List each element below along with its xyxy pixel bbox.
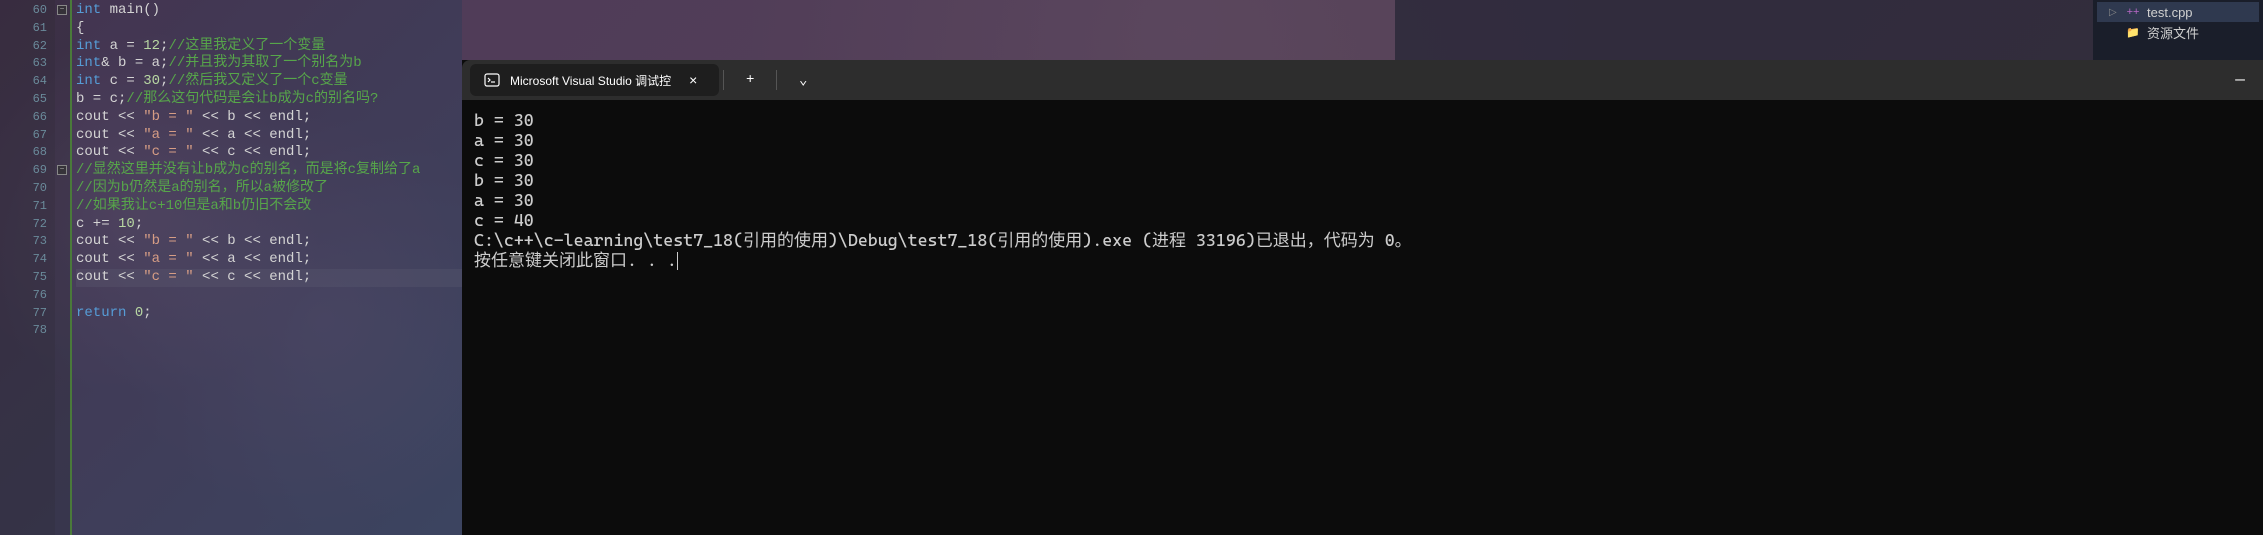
code-line[interactable]: int a = 12;//这里我定义了一个变量 [76, 38, 462, 56]
code-line[interactable]: int c = 30;//然后我又定义了一个c变量 [76, 73, 462, 91]
terminal-line: c = 30 [474, 150, 2251, 170]
code-line[interactable]: { [76, 20, 462, 38]
code-line[interactable]: return 0; [76, 305, 462, 323]
solution-explorer[interactable]: ▷ ++ test.cpp 📁 资源文件 [2093, 0, 2263, 60]
line-number: 70 [0, 180, 47, 198]
code-line[interactable]: cout << "b = " << b << endl; [76, 233, 462, 251]
code-line[interactable]: cout << "c = " << c << endl; [76, 269, 462, 287]
solution-item[interactable]: 📁 资源文件 [2097, 22, 2259, 42]
terminal-line: a = 30 [474, 190, 2251, 210]
fold-toggle[interactable]: − [57, 165, 67, 175]
line-number: 76 [0, 287, 47, 305]
terminal-line: 按任意键关闭此窗口. . . [474, 250, 2251, 270]
line-number: 65 [0, 91, 47, 109]
window-controls: — [2217, 60, 2263, 100]
new-tab-button[interactable]: + [730, 64, 770, 96]
titlebar-divider [776, 70, 777, 90]
line-number: 61 [0, 20, 47, 38]
line-number: 77 [0, 305, 47, 323]
line-number: 60 [0, 2, 47, 20]
code-line[interactable]: cout << "b = " << b << endl; [76, 109, 462, 127]
line-number: 67 [0, 127, 47, 145]
code-line[interactable] [76, 322, 462, 340]
line-number: 72 [0, 216, 47, 234]
code-line[interactable]: cout << "a = " << a << endl; [76, 251, 462, 269]
line-number-gutter: 60616263646566676869707172737475767778 [0, 0, 55, 535]
code-line[interactable]: b = c;//那么这句代码是会让b成为c的别名吗? [76, 91, 462, 109]
tab-dropdown-button[interactable]: ⌄ [783, 64, 823, 96]
terminal-window: Microsoft Visual Studio 调试控 × + ⌄ — b = … [462, 60, 2263, 535]
code-content[interactable]: int main(){ int a = 12;//这里我定义了一个变量 int&… [70, 0, 462, 535]
solution-item-label: 资源文件 [2147, 23, 2199, 42]
code-line[interactable]: int& b = a;//并且我为其取了一个别名为b [76, 55, 462, 73]
terminal-line: c = 40 [474, 210, 2251, 230]
line-number: 71 [0, 198, 47, 216]
line-number: 66 [0, 109, 47, 127]
terminal-line: b = 30 [474, 110, 2251, 130]
code-line[interactable]: int main() [76, 2, 462, 20]
solution-item[interactable]: ▷ ++ test.cpp [2097, 2, 2259, 22]
terminal-tab-title: Microsoft Visual Studio 调试控 [510, 72, 671, 89]
background-overlay-right [1395, 0, 2095, 60]
terminal-titlebar: Microsoft Visual Studio 调试控 × + ⌄ — [462, 60, 2263, 100]
minimize-button[interactable]: — [2217, 64, 2263, 96]
code-line[interactable]: //因为b仍然是a的别名，所以a被修改了 [76, 180, 462, 198]
line-number: 63 [0, 55, 47, 73]
line-number: 78 [0, 322, 47, 340]
line-number: 64 [0, 73, 47, 91]
line-number: 62 [0, 38, 47, 56]
solution-item-label: test.cpp [2147, 5, 2193, 20]
code-line[interactable] [76, 287, 462, 305]
terminal-output[interactable]: b = 30a = 30c = 30b = 30a = 30c = 40C:\c… [462, 100, 2263, 535]
line-number: 73 [0, 233, 47, 251]
fold-toggle[interactable]: − [57, 5, 67, 15]
file-icon: 📁 [2125, 26, 2141, 39]
terminal-icon [484, 72, 500, 88]
file-icon: ++ [2125, 6, 2141, 18]
code-line[interactable]: cout << "a = " << a << endl; [76, 127, 462, 145]
line-number: 75 [0, 269, 47, 287]
line-number: 68 [0, 144, 47, 162]
code-editor[interactable]: 60616263646566676869707172737475767778 −… [0, 0, 462, 535]
line-number: 69 [0, 162, 47, 180]
code-line[interactable]: //显然这里并没有让b成为c的别名，而是将c复制给了a [76, 162, 462, 180]
code-line[interactable]: c += 10; [76, 216, 462, 234]
expand-icon[interactable]: ▷ [2109, 7, 2119, 18]
terminal-line: C:\c++\c-learning\test7_18(引用的使用)\Debug\… [474, 230, 2251, 250]
terminal-line: b = 30 [474, 170, 2251, 190]
fold-column: −− [55, 0, 70, 535]
code-line[interactable]: cout << "c = " << c << endl; [76, 144, 462, 162]
terminal-tab[interactable]: Microsoft Visual Studio 调试控 × [470, 64, 719, 96]
terminal-line: a = 30 [474, 130, 2251, 150]
tab-close-button[interactable]: × [681, 68, 705, 92]
line-number: 74 [0, 251, 47, 269]
titlebar-divider [723, 70, 724, 90]
code-line[interactable]: //如果我让c+10但是a和b仍旧不会改 [76, 198, 462, 216]
